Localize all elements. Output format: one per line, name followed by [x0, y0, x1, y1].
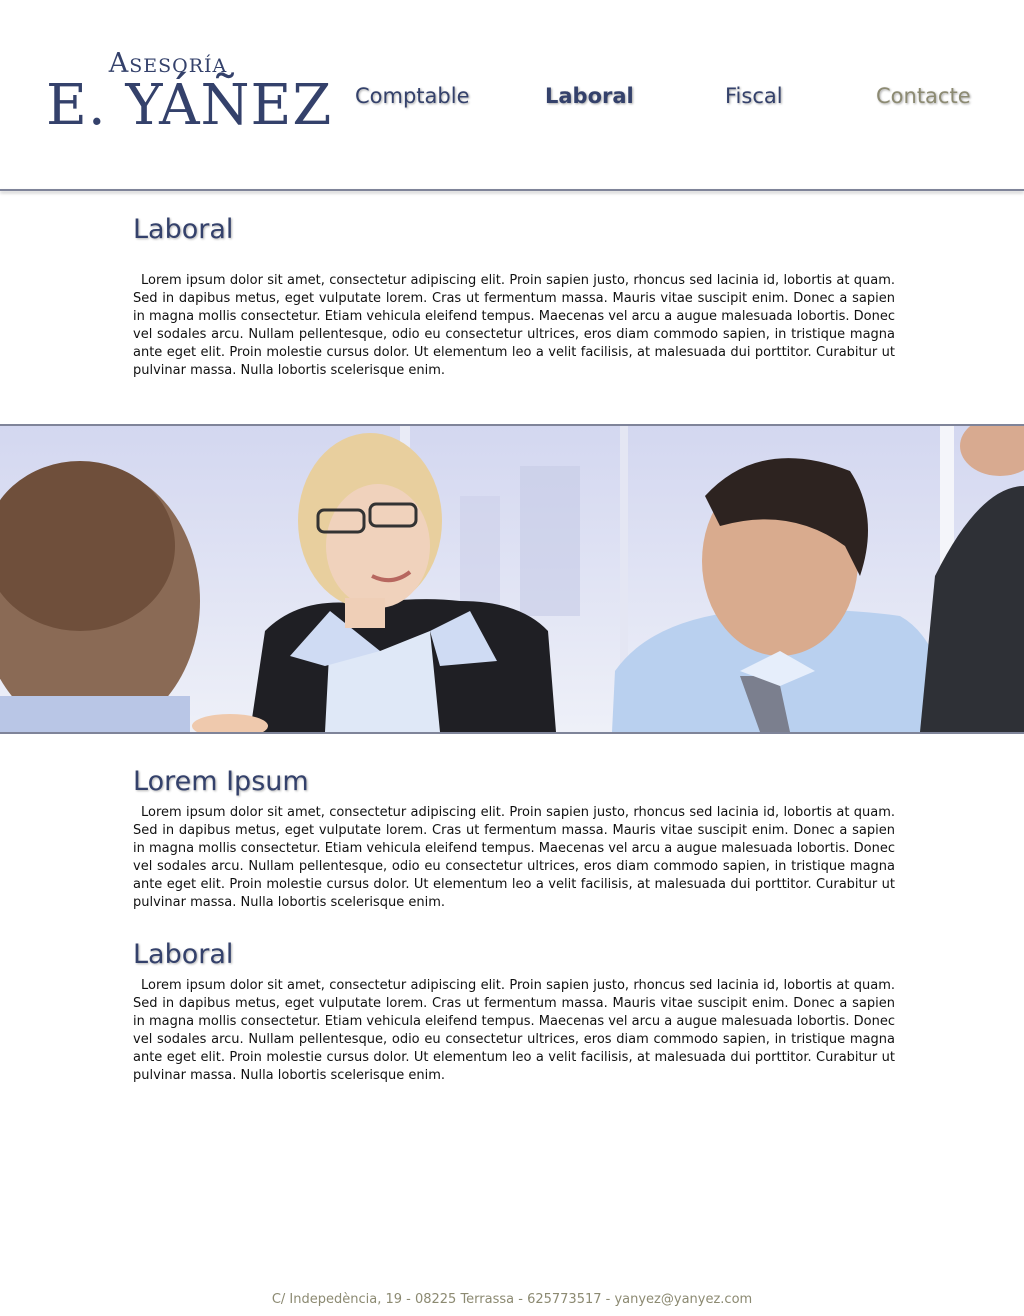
- section-title: Laboral: [133, 214, 234, 245]
- team-photo: [0, 424, 1024, 734]
- logo-title: E. YÁÑEZ: [46, 73, 333, 138]
- laboral-section: Laboral Lorem ipsum dolor sit amet, cons…: [133, 939, 895, 1085]
- main-nav: Comptable Laboral Fiscal Contacte: [330, 84, 1010, 114]
- site-header: Asesoría E. YÁÑEZ Comptable Laboral Fisc…: [0, 0, 1024, 190]
- intro-section: Laboral Lorem ipsum dolor sit amet, cons…: [133, 214, 895, 380]
- section-title: Laboral: [133, 939, 234, 970]
- footer-contact: C/ Indepedència, 19 - 08225 Terrassa - 6…: [271, 1292, 753, 1307]
- section-text: Lorem ipsum dolor sit amet, consectetur …: [133, 978, 895, 1083]
- nav-item-fiscal[interactable]: Fiscal: [725, 84, 783, 108]
- office-meeting-illustration: [0, 426, 1024, 732]
- nav-item-laboral[interactable]: Laboral: [545, 84, 634, 108]
- section-text: Lorem ipsum dolor sit amet, consectetur …: [133, 805, 895, 910]
- nav-item-contacte[interactable]: Contacte: [876, 84, 971, 108]
- header-divider: [0, 189, 1024, 191]
- lorem-ipsum-section: Lorem Ipsum Lorem ipsum dolor sit amet, …: [133, 766, 895, 912]
- section-text: Lorem ipsum dolor sit amet, consectetur …: [133, 273, 895, 378]
- section-title: Lorem Ipsum: [133, 766, 309, 797]
- nav-item-comptable[interactable]: Comptable: [355, 84, 470, 108]
- site-logo[interactable]: Asesoría E. YÁÑEZ: [46, 50, 333, 138]
